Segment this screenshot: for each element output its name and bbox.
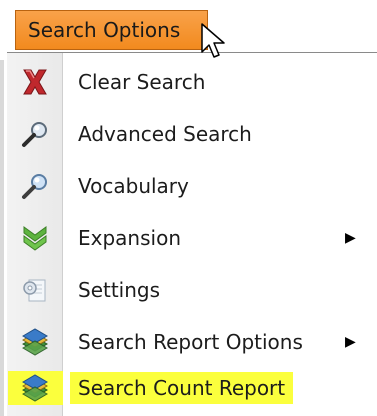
settings-icon [18,273,52,307]
menu-item-label: Expansion [78,226,181,250]
menu-item-label: Settings [78,278,161,302]
menu-item-label: Vocabulary [78,174,189,198]
menu-item-search-report-options[interactable]: Search Report Options ▶ [8,317,368,367]
search-options-label: Search Options [28,18,181,42]
menu-item-label: Search Report Options [78,330,303,354]
menu-item-label: Advanced Search [78,122,252,146]
double-chevron-down-icon [18,221,52,255]
search-options-button[interactable]: Search Options [15,10,208,50]
submenu-arrow-icon: ▶ [345,230,356,246]
mouse-cursor-icon [201,23,225,58]
books-icon [18,325,52,359]
magnifier-icon [18,169,52,203]
menu-item-advanced-search[interactable]: Advanced Search [8,109,368,159]
menu-item-vocabulary[interactable]: Vocabulary [8,161,368,211]
menu-item-settings[interactable]: Settings [8,265,368,315]
menu-item-expansion[interactable]: Expansion ▶ [8,213,368,263]
menu-item-search-count-report[interactable]: Search Count Report [8,363,368,413]
stage: Search Options Clear Search Advanced Sea… [0,0,377,416]
menu-item-clear-search[interactable]: Clear Search [8,57,368,107]
clear-x-icon [18,65,52,99]
submenu-arrow-icon: ▶ [345,334,356,350]
underlying-page-edge [0,60,4,416]
books-icon [18,371,52,405]
magnifier-icon [18,117,52,151]
menu-item-label: Clear Search [78,70,206,94]
menu-item-label: Search Count Report [70,372,294,404]
